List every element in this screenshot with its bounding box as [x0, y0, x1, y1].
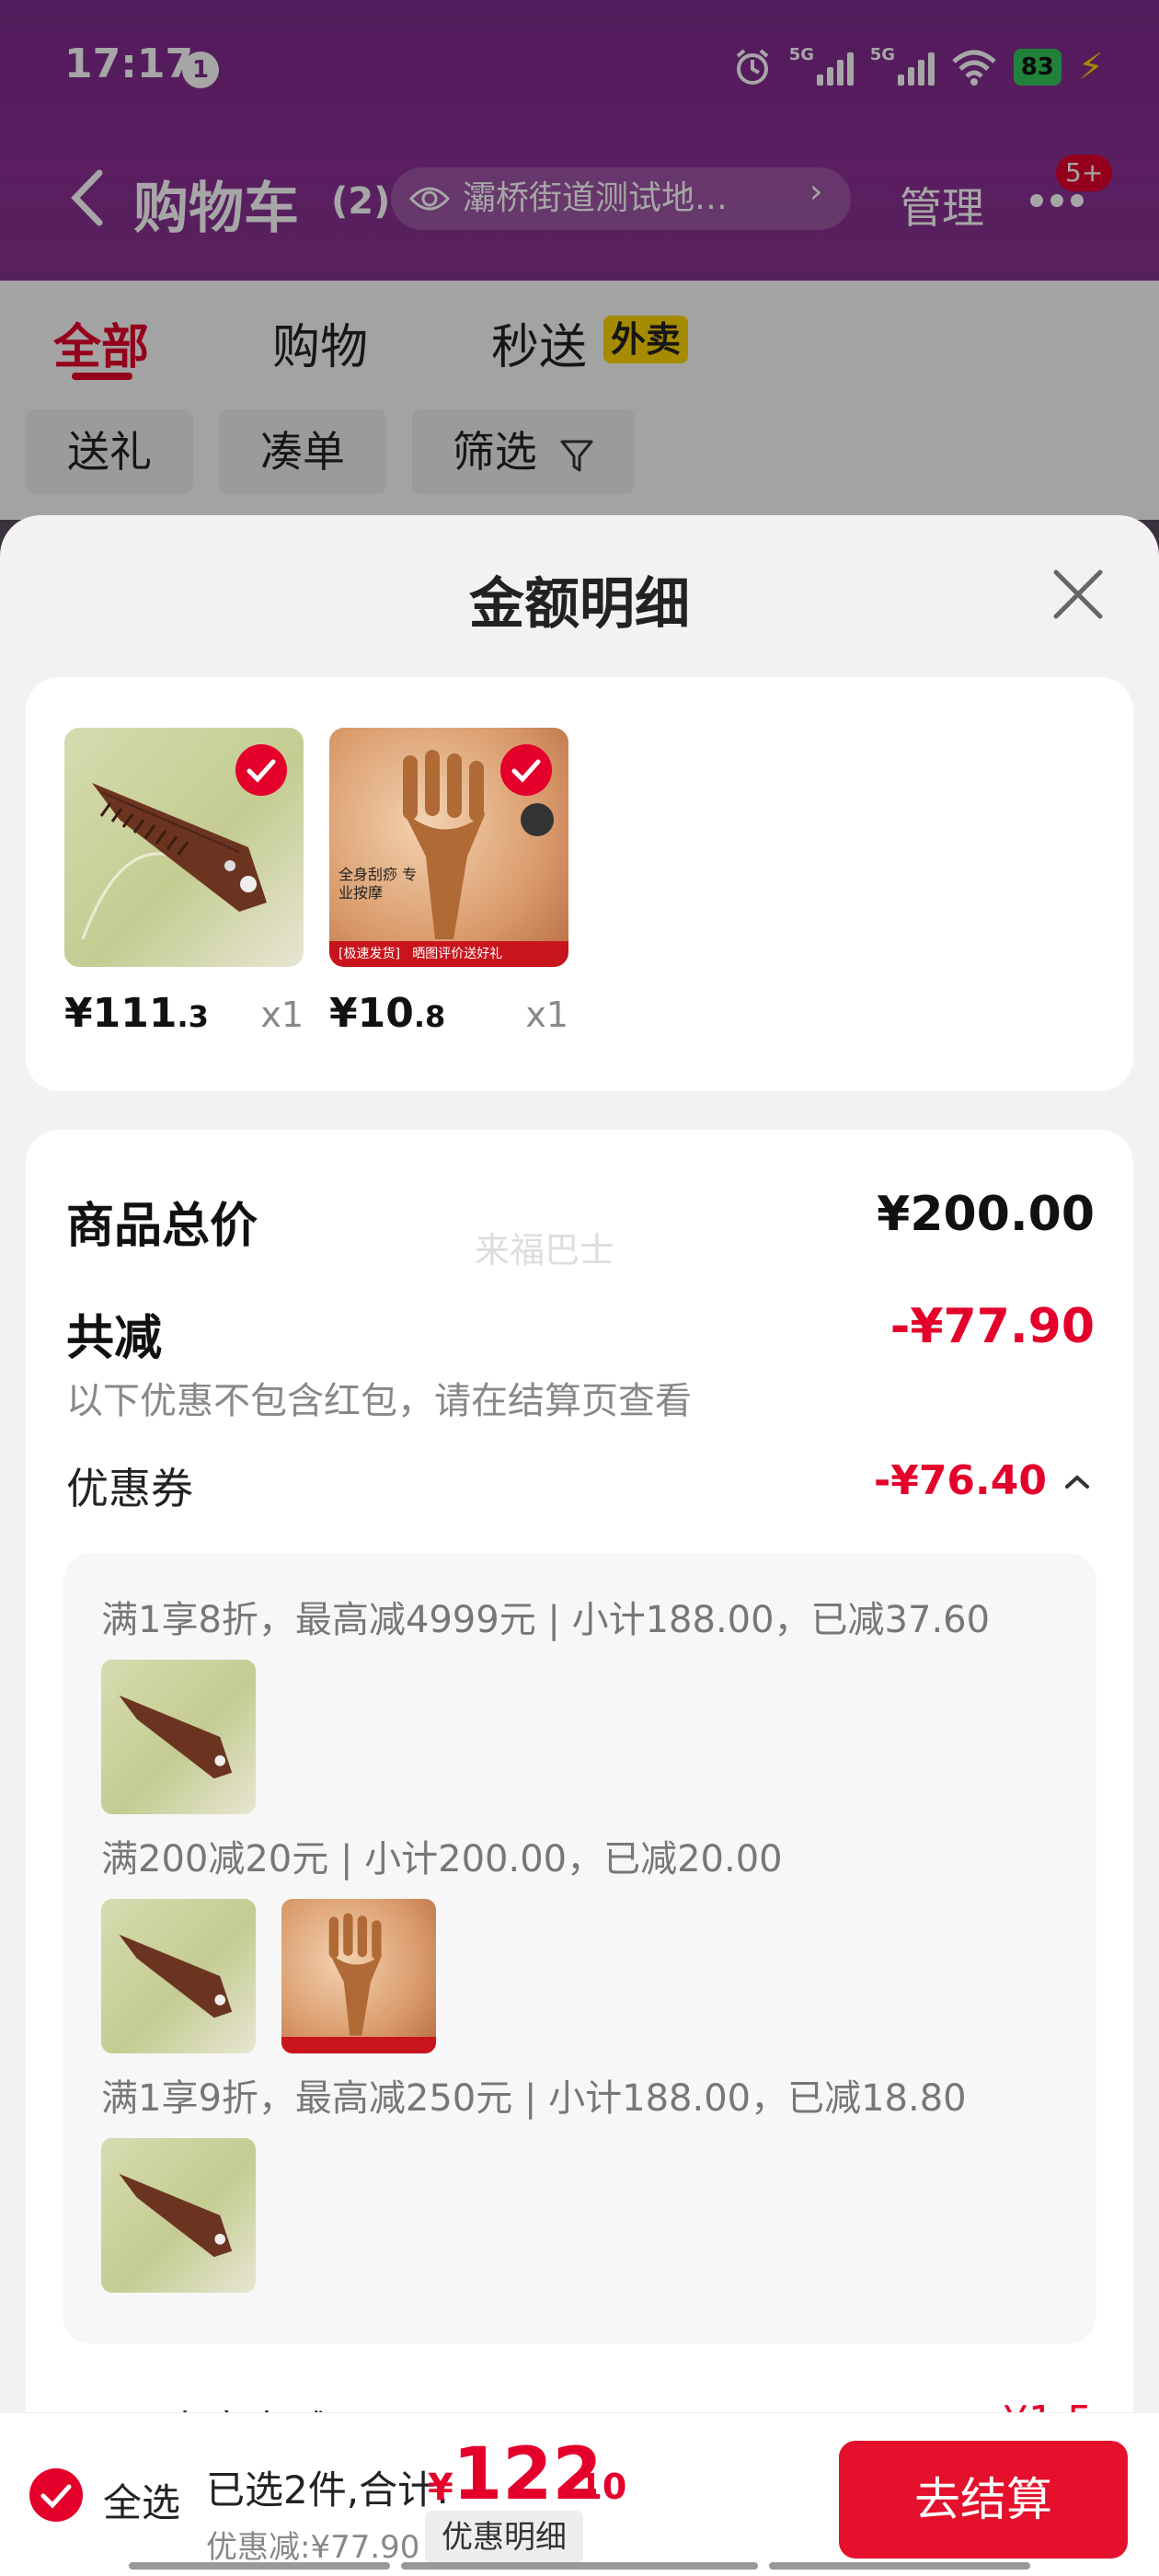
product-image	[64, 728, 304, 967]
selected-products-card: ¥111.3 x1 全身刮痧 专业按摩 [极速发货] 晒图评价送好礼 ¥10.8…	[26, 677, 1133, 1091]
product-item[interactable]: 全身刮痧 专业按摩 [极速发货] 晒图评价送好礼 ¥10.8 x1	[329, 728, 568, 1037]
sheet-title: 金额明细	[469, 572, 690, 637]
coupon-rule: 满1享9折，最高减250元 | 小计188.00，已减18.80	[101, 2077, 967, 2120]
selection-summary: 已选2件,合计:	[206, 2467, 450, 2513]
total-price-value: ¥200.00	[877, 1187, 1095, 1242]
checkout-bar: 全选 已选2件,合计: ¥ 122 .10 优惠减:¥77.90 优惠明细 去结…	[0, 2412, 1159, 2576]
coupon-value[interactable]: -¥76.40	[874, 1457, 1047, 1504]
product-image-strip: [极速发货] 晒图评价送好礼	[329, 941, 568, 967]
coupon-rule: 满200减20元 | 小计200.00，已减20.00	[101, 1838, 783, 1880]
product-quantity: x1	[525, 995, 568, 1035]
thumb-strip	[281, 2037, 436, 2053]
gesture-indicator	[129, 2562, 390, 2570]
reduction-label: 共减	[66, 1311, 163, 1366]
strip-left-text: [极速发货]	[339, 947, 400, 961]
product-price: ¥10.8	[329, 990, 445, 1037]
close-icon[interactable]	[1050, 567, 1106, 622]
coupon-product-thumb	[101, 1660, 256, 1814]
product-quantity: x1	[260, 995, 304, 1035]
coupon-product-thumb	[281, 1899, 436, 2053]
product-image: 全身刮痧 专业按摩 [极速发货] 晒图评价送好礼	[329, 728, 568, 967]
coupon-list: 满1享8折，最高减4999元 | 小计188.00，已减37.60 满200减2…	[63, 1553, 1096, 2344]
coupon-product-thumb	[101, 2138, 256, 2293]
chevron-up-icon[interactable]	[1061, 1470, 1093, 1492]
checkout-button[interactable]: 去结算	[839, 2441, 1128, 2559]
coupon-rule: 满1享8折，最高减4999元 | 小计188.00，已减37.60	[101, 1599, 991, 1641]
watermark: 来福巴士	[475, 1230, 615, 1271]
product-item[interactable]: ¥111.3 x1	[64, 728, 304, 1037]
gesture-indicator	[401, 2562, 758, 2570]
checked-icon[interactable]	[235, 744, 287, 796]
total-currency: ¥	[428, 2467, 453, 2509]
savings-text: 优惠减:¥77.90	[206, 2529, 420, 2566]
price-breakdown-card: 商品总价 ¥200.00 来福巴士 共减 -¥77.90 以下优惠不包含红包，请…	[26, 1130, 1133, 2576]
discount-detail-button[interactable]: 优惠明细	[425, 2511, 583, 2564]
select-all-checkbox[interactable]	[29, 2468, 83, 2522]
product-price: ¥111.3	[64, 990, 209, 1037]
total-price-label: 商品总价	[66, 1199, 258, 1254]
price-decimal: .3	[177, 999, 209, 1034]
modal-backdrop[interactable]	[0, 0, 1159, 570]
coupon-label: 优惠券	[66, 1464, 193, 1513]
price-integer: ¥111	[64, 990, 178, 1037]
product-image-caption: 全身刮痧 专业按摩	[339, 866, 418, 902]
price-decimal: .8	[413, 999, 446, 1034]
reduction-note: 以下优惠不包含红包，请在结算页查看	[66, 1380, 692, 1422]
checked-icon[interactable]	[500, 744, 552, 796]
strip-right-text: 晒图评价送好礼	[412, 947, 503, 961]
amount-detail-sheet: 金额明细 ¥111.3 x1 全身刮痧 专业按摩 [极速发货] 晒图评价送好礼 …	[0, 515, 1159, 2576]
gesture-indicator	[769, 2562, 1030, 2570]
select-all-label[interactable]: 全选	[103, 2472, 180, 2528]
price-integer: ¥10	[329, 990, 414, 1037]
coupon-product-thumb	[101, 1899, 256, 2053]
reduction-value: -¥77.90	[889, 1299, 1095, 1354]
total-decimal: .10	[565, 2467, 627, 2507]
